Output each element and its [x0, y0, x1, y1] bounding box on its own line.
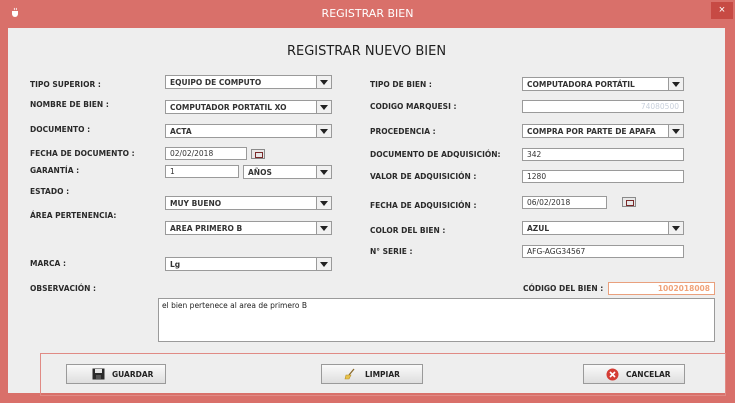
chevron-down-icon[interactable]	[316, 197, 331, 209]
procedencia-value: COMPRA POR PARTE DE APAFA	[527, 127, 656, 136]
procedencia-label: PROCEDENCIA :	[370, 127, 436, 136]
valor-adquisicion-label: VALOR DE ADQUISICIÓN :	[370, 172, 477, 181]
fecha-documento-field[interactable]: 02/02/2018	[165, 147, 247, 160]
codigo-marquesi-field[interactable]: 74080500	[522, 100, 684, 113]
chevron-down-icon[interactable]	[316, 125, 331, 137]
window-title: REGISTRAR BIEN	[321, 7, 414, 20]
area-label: ÁREA PERTENENCIA:	[30, 211, 117, 220]
area-value: AREA PRIMERO B	[170, 224, 243, 233]
documento-adquisicion-label: DOCUMENTO DE ADQUISICIÓN:	[370, 150, 501, 159]
n-serie-label: N° SERIE :	[370, 247, 413, 256]
calendar-icon[interactable]	[251, 149, 265, 159]
nombre-bien-select[interactable]: COMPUTADOR PORTATIL XO	[165, 100, 332, 114]
documento-select[interactable]: ACTA	[165, 124, 332, 138]
tipo-superior-select[interactable]: EQUIPO DE COMPUTO	[165, 75, 332, 89]
limpiar-label: LIMPIAR	[365, 370, 400, 379]
chevron-down-icon[interactable]	[668, 78, 683, 90]
n-serie-field[interactable]: AFG-AGG34567	[522, 245, 684, 258]
nombre-bien-value: COMPUTADOR PORTATIL XO	[170, 103, 287, 112]
guardar-label: GUARDAR	[112, 370, 154, 379]
chevron-down-icon[interactable]	[668, 222, 683, 234]
form-heading: REGISTRAR NUEVO BIEN	[286, 44, 447, 59]
documento-value: ACTA	[170, 127, 192, 136]
marca-value: Lg	[170, 260, 181, 269]
observacion-textarea[interactable]: el bien pertenece al area de primero B	[158, 298, 715, 342]
guardar-button[interactable]: GUARDAR	[66, 364, 166, 384]
estado-label: ESTADO :	[30, 187, 70, 196]
garantia-unit-select[interactable]: AÑOS	[243, 165, 332, 179]
tipo-superior-label: TIPO SUPERIOR :	[30, 80, 101, 89]
fecha-adquisicion-field[interactable]: 06/02/2018	[522, 196, 607, 209]
chevron-down-icon[interactable]	[316, 222, 331, 234]
cancelar-button[interactable]: CANCELAR	[583, 364, 685, 384]
tipo-bien-value: COMPUTADORA PORTÁTIL	[527, 80, 635, 89]
garantia-label: GARANTÍA :	[30, 166, 80, 175]
valor-adquisicion-field[interactable]: 1280	[522, 170, 684, 183]
chevron-down-icon[interactable]	[316, 258, 331, 270]
close-button[interactable]: ×	[711, 2, 733, 19]
fecha-documento-label: FECHA DE DOCUMENTO :	[30, 149, 135, 158]
nombre-bien-label: NOMBRE DE BIEN :	[30, 100, 109, 109]
tipo-superior-value: EQUIPO DE COMPUTO	[170, 78, 262, 87]
garantia-unit-value: AÑOS	[248, 168, 272, 177]
broom-icon	[344, 368, 355, 380]
cancelar-label: CANCELAR	[626, 370, 671, 379]
button-bar: GUARDAR LIMPIAR CANCELAR	[40, 353, 726, 396]
chevron-down-icon[interactable]	[316, 76, 331, 88]
tipo-bien-select[interactable]: COMPUTADORA PORTÁTIL	[522, 77, 684, 91]
observacion-label: OBSERVACIÓN :	[30, 284, 97, 293]
chevron-down-icon[interactable]	[668, 125, 683, 137]
documento-label: DOCUMENTO :	[30, 125, 91, 134]
documento-adquisicion-field[interactable]: 342	[522, 148, 684, 161]
fecha-adquisicion-label: FECHA DE ADQUISICIÓN :	[370, 201, 477, 210]
color-bien-select[interactable]: AZUL	[522, 221, 684, 235]
cancel-circle-icon	[606, 368, 619, 381]
chevron-down-icon[interactable]	[316, 166, 331, 178]
calendar-icon[interactable]	[622, 197, 636, 207]
marca-select[interactable]: Lg	[165, 257, 332, 271]
observacion-text: el bien pertenece al area de primero B	[162, 301, 307, 310]
floppy-disk-icon	[92, 368, 105, 380]
estado-value: MUY BUENO	[170, 199, 222, 208]
color-bien-value: AZUL	[527, 224, 550, 233]
estado-select[interactable]: MUY BUENO	[165, 196, 332, 210]
codigo-bien-field[interactable]: 1002018008	[608, 282, 715, 295]
chevron-down-icon[interactable]	[316, 101, 331, 113]
limpiar-button[interactable]: LIMPIAR	[321, 364, 423, 384]
garantia-field[interactable]: 1	[165, 165, 239, 178]
title-bar[interactable]: REGISTRAR BIEN ×	[0, 0, 735, 28]
procedencia-select[interactable]: COMPRA POR PARTE DE APAFA	[522, 124, 684, 138]
codigo-marquesi-label: CODIGO MARQUESI :	[370, 102, 457, 111]
tipo-bien-label: TIPO DE BIEN :	[370, 80, 432, 89]
codigo-bien-label: CÓDIGO DEL BIEN :	[523, 284, 604, 293]
color-bien-label: COLOR DEL BIEN :	[370, 226, 446, 235]
area-select[interactable]: AREA PRIMERO B	[165, 221, 332, 235]
register-window: REGISTRAR BIEN × REGISTRAR NUEVO BIEN TI…	[0, 0, 735, 403]
marca-label: MARCA :	[30, 259, 66, 268]
